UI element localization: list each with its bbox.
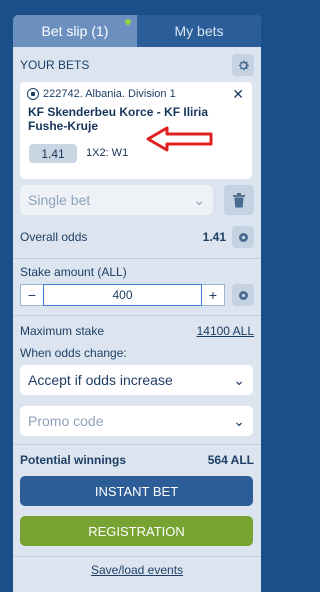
event-line: 222742. Albania. Division 1: [27, 88, 176, 100]
gear-icon: [238, 290, 248, 300]
stake-input[interactable]: 400: [43, 284, 202, 306]
bet-card: 222742. Albania. Division 1 ✕ KF Skender…: [20, 82, 252, 179]
your-bets-title: YOUR BETS: [20, 58, 90, 72]
overall-odds-value: 1.41: [202, 230, 226, 244]
potential-winnings-value: 564 ALL: [207, 453, 254, 467]
max-stake-label: Maximum stake: [20, 324, 105, 338]
stake-stepper: − 400 +: [20, 284, 225, 306]
tab-bet-slip[interactable]: Bet slip (1): [13, 15, 137, 47]
max-stake-link[interactable]: 14100 ALL: [197, 324, 254, 338]
odds-settings-button[interactable]: [232, 226, 254, 248]
gear-icon: [238, 232, 248, 242]
instant-bet-button[interactable]: INSTANT BET: [20, 476, 253, 506]
chevron-down-icon: ⌄: [233, 371, 245, 388]
divider: [13, 258, 261, 259]
odds-change-label: When odds change:: [20, 346, 127, 360]
bet-type-row: Single bet ⌄: [20, 185, 254, 215]
football-icon: [27, 88, 39, 100]
stake-decrease-button[interactable]: −: [21, 285, 43, 305]
remove-bet-button[interactable]: ✕: [232, 86, 244, 103]
stake-row: − 400 +: [20, 284, 254, 306]
divider: [13, 315, 261, 316]
potential-winnings-row: Potential winnings 564 ALL: [20, 453, 254, 467]
event-name: 222742. Albania. Division 1: [43, 88, 176, 100]
settings-button[interactable]: [232, 54, 254, 76]
tab-my-bets-label: My bets: [174, 23, 224, 39]
stake-increase-button[interactable]: +: [202, 285, 224, 305]
divider: [13, 444, 261, 445]
stake-label: Stake amount (ALL): [20, 265, 127, 279]
max-stake-row: Maximum stake 14100 ALL: [20, 324, 254, 338]
promo-code-placeholder: Promo code: [28, 413, 104, 429]
save-load-events-link[interactable]: Save/load events: [13, 563, 261, 577]
promo-code-select[interactable]: Promo code ⌄: [20, 406, 253, 436]
overall-odds-row: Overall odds 1.41: [20, 226, 254, 248]
bet-odds: 1.41: [29, 144, 77, 163]
bet-type-select[interactable]: Single bet ⌄: [20, 185, 213, 215]
your-bets-header: YOUR BETS: [13, 50, 261, 80]
annotation-arrow: [146, 126, 213, 152]
notification-dot: [125, 19, 131, 25]
divider: [13, 556, 261, 557]
bet-slip-panel: Bet slip (1) My bets YOUR BETS 222742. A…: [13, 15, 261, 592]
registration-button[interactable]: REGISTRATION: [20, 516, 253, 546]
overall-odds-label: Overall odds: [20, 230, 88, 244]
tab-bet-slip-label: Bet slip (1): [41, 23, 109, 39]
chevron-down-icon: ⌄: [233, 412, 245, 429]
bet-type-value: Single bet: [28, 192, 91, 208]
odds-change-select[interactable]: Accept if odds increase ⌄: [20, 365, 253, 395]
odds-change-value: Accept if odds increase: [28, 372, 173, 388]
trash-icon: [233, 192, 245, 207]
odds-change-label-row: When odds change:: [20, 346, 254, 360]
tab-my-bets[interactable]: My bets: [137, 15, 261, 47]
gear-icon: [238, 60, 249, 70]
bet-pick: 1X2: W1: [86, 147, 129, 159]
tab-bar: Bet slip (1) My bets: [13, 15, 261, 47]
chevron-down-icon: ⌄: [193, 191, 205, 208]
stake-settings-button[interactable]: [232, 284, 254, 306]
potential-winnings-label: Potential winnings: [20, 453, 127, 467]
stake-label-row: Stake amount (ALL): [20, 265, 254, 279]
delete-button[interactable]: [224, 185, 254, 215]
